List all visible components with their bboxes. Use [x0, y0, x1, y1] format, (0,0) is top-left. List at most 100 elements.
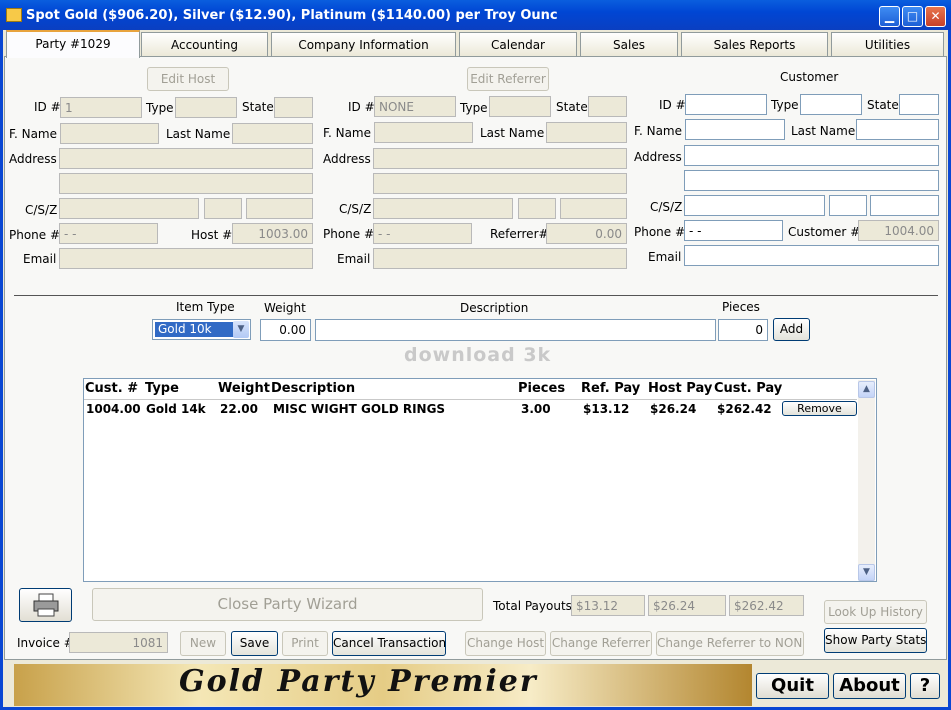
close-button[interactable]: ✕: [925, 6, 946, 27]
ref-state-label: State: [556, 100, 588, 114]
ref-email-field[interactable]: [373, 248, 627, 269]
host-number-label: Host #: [191, 228, 233, 242]
description-input[interactable]: [315, 319, 716, 341]
host-address2-field[interactable]: [59, 173, 313, 194]
tab-company-information[interactable]: Company Information: [271, 32, 456, 56]
edit-host-button[interactable]: Edit Host: [147, 67, 229, 91]
print-receipt-button[interactable]: [19, 588, 72, 622]
cust-address2-field[interactable]: [684, 170, 939, 191]
tab-sales[interactable]: Sales: [580, 32, 678, 56]
row-cust: 1004.00: [86, 402, 141, 416]
help-button[interactable]: ?: [910, 673, 940, 699]
print-button[interactable]: Print: [282, 631, 328, 656]
cust-phone-field[interactable]: - -: [684, 220, 783, 241]
save-button[interactable]: Save: [231, 631, 278, 656]
maximize-button[interactable]: □: [902, 6, 923, 27]
remove-button[interactable]: Remove: [782, 401, 857, 416]
change-referrer-none-button[interactable]: Change Referrer to NONE: [656, 631, 804, 656]
new-button[interactable]: New: [180, 631, 226, 656]
ref-csz-label: C/S/Z: [339, 202, 372, 216]
cust-address-label: Address: [634, 150, 682, 164]
cust-zip-field[interactable]: [870, 195, 939, 216]
add-button[interactable]: Add: [773, 318, 810, 341]
lookup-history-button[interactable]: Look Up History: [824, 600, 927, 624]
ref-email-label: Email: [337, 252, 371, 266]
host-lname-label: Last Name: [166, 127, 231, 141]
minimize-button[interactable]: ▁: [879, 6, 900, 27]
cust-lname-field[interactable]: [856, 119, 939, 140]
window-title: Spot Gold ($906.20), Silver ($12.90), Pl…: [26, 8, 558, 23]
ref-phone-field[interactable]: - -: [373, 223, 472, 244]
scroll-down-icon[interactable]: ▼: [858, 564, 875, 581]
host-email-field[interactable]: [59, 248, 313, 269]
cust-type-field[interactable]: [800, 94, 862, 115]
invoice-label: Invoice #: [17, 636, 74, 650]
ref-fname-field[interactable]: [374, 122, 473, 143]
host-phone-field[interactable]: - -: [59, 223, 158, 244]
weight-input[interactable]: 0.00: [260, 319, 311, 341]
section-divider: [14, 295, 938, 296]
ref-address2-field[interactable]: [373, 173, 627, 194]
tab-sales-reports[interactable]: Sales Reports: [681, 32, 828, 56]
host-fname-field[interactable]: [60, 123, 159, 144]
host-id-field[interactable]: 1: [60, 97, 142, 118]
close-party-wizard-button[interactable]: Close Party Wizard: [92, 588, 483, 621]
ref-zip-field[interactable]: [560, 198, 627, 219]
cust-number-field[interactable]: 1004.00: [858, 220, 939, 241]
cust-email-field[interactable]: [684, 245, 939, 266]
ref-address-field[interactable]: [373, 148, 627, 169]
host-phone-label: Phone #: [9, 228, 61, 242]
cust-address-field[interactable]: [684, 145, 939, 166]
chevron-down-icon[interactable]: ▼: [233, 321, 249, 338]
grid-scrollbar[interactable]: [858, 380, 875, 580]
cust-city-field[interactable]: [684, 195, 825, 216]
ref-id-field[interactable]: NONE: [374, 96, 456, 117]
cust-state2-field[interactable]: [829, 195, 867, 216]
change-referrer-button[interactable]: Change Referrer: [550, 631, 652, 656]
scroll-up-icon[interactable]: ▲: [858, 381, 875, 398]
host-address-label: Address: [9, 152, 57, 166]
ref-type-field[interactable]: [489, 96, 551, 117]
change-host-button[interactable]: Change Host: [465, 631, 546, 656]
row-cust-pay: $262.42: [717, 402, 772, 416]
tab-calendar[interactable]: Calendar: [459, 32, 577, 56]
ref-number-field[interactable]: 0.00: [546, 223, 627, 244]
item-type-select[interactable]: Gold 10k ▼: [152, 319, 251, 340]
item-type-value: Gold 10k: [155, 322, 234, 337]
ref-state-field[interactable]: [588, 96, 627, 117]
about-button[interactable]: About: [833, 673, 906, 699]
total-cust-field[interactable]: $262.42: [729, 595, 804, 616]
item-type-label: Item Type: [176, 300, 235, 314]
host-state-field[interactable]: [274, 97, 313, 118]
edit-referrer-button[interactable]: Edit Referrer: [467, 67, 549, 91]
host-type-field[interactable]: [175, 97, 237, 118]
cust-state-field[interactable]: [899, 94, 939, 115]
total-ref-field[interactable]: $13.12: [571, 595, 645, 616]
total-payouts-label: Total Payouts: [493, 599, 572, 613]
ref-fname-label: F. Name: [323, 126, 372, 140]
cust-fname-field[interactable]: [685, 119, 785, 140]
invoice-field[interactable]: 1081: [69, 632, 168, 653]
tab-party[interactable]: Party #1029: [6, 30, 140, 58]
ref-lname-field[interactable]: [546, 122, 627, 143]
ref-id-label: ID #: [348, 100, 375, 114]
cust-id-field[interactable]: [685, 94, 767, 115]
ref-state2-field[interactable]: [518, 198, 556, 219]
ref-city-field[interactable]: [373, 198, 513, 219]
pieces-input[interactable]: 0: [718, 319, 768, 341]
ref-number-label: Referrer#: [490, 227, 549, 241]
host-lname-field[interactable]: [232, 123, 313, 144]
tab-utilities[interactable]: Utilities: [831, 32, 944, 56]
show-party-stats-button[interactable]: Show Party Stats: [824, 628, 927, 653]
host-state2-field[interactable]: [204, 198, 242, 219]
host-number-field[interactable]: 1003.00: [232, 223, 313, 244]
host-zip-field[interactable]: [246, 198, 313, 219]
host-city-field[interactable]: [59, 198, 199, 219]
total-host-field[interactable]: $26.24: [648, 595, 726, 616]
cancel-transaction-button[interactable]: Cancel Transaction: [332, 631, 446, 656]
quit-button[interactable]: Quit: [756, 673, 829, 699]
tab-accounting[interactable]: Accounting: [141, 32, 268, 56]
host-address-field[interactable]: [59, 148, 313, 169]
col-pieces: Pieces: [518, 381, 566, 396]
title-bar: Spot Gold ($906.20), Silver ($12.90), Pl…: [0, 0, 951, 30]
